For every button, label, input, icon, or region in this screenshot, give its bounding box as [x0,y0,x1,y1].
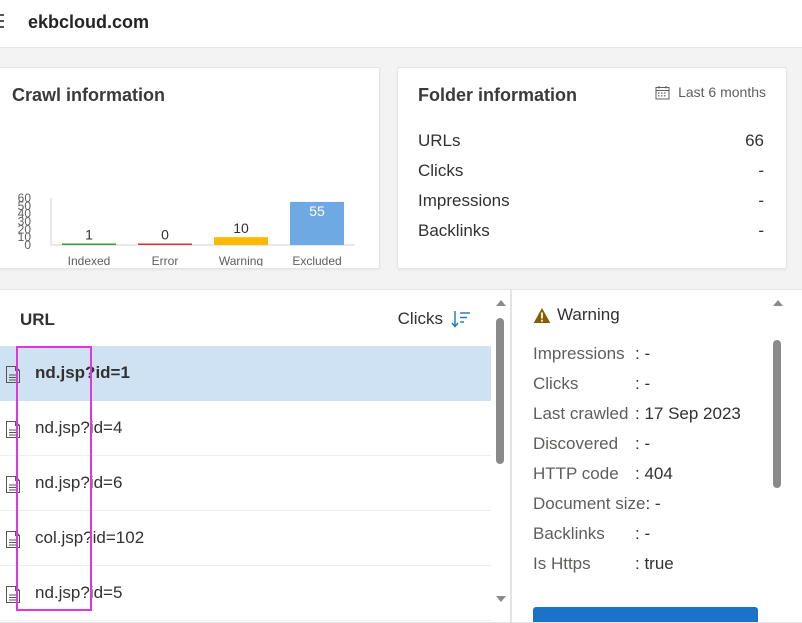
clicks-column-header[interactable]: Clicks [398,309,471,329]
detail-row-last-crawled: Last crawled : 17 Sep 2023 [533,404,741,424]
status-header: Warning [533,305,620,325]
detail-value: : - [635,524,651,543]
data-label: 10 [233,220,249,236]
detail-row-http-code: HTTP code : 404 [533,464,673,484]
scroll-up-arrow-icon[interactable] [496,300,506,306]
folder-row-value: - [758,221,764,240]
clicks-column-label: Clicks [397,309,443,328]
data-label: 1 [85,227,93,243]
detail-value: : true [635,554,674,573]
detail-value: : - [635,374,651,393]
detail-value: : 17 Sep 2023 [635,404,741,423]
folder-row-urls: URLs 66 [418,131,764,151]
x-tick-label: Error [152,254,179,266]
url-column-header[interactable]: URL [20,310,55,330]
detail-row-clicks: Clicks : - [533,374,650,394]
detail-value: : - [635,344,651,363]
details-scrollbar[interactable] [771,290,785,622]
warning-icon [533,307,551,323]
site-name: ekbcloud.com [28,12,150,32]
detail-label: Impressions [533,344,625,363]
data-label: 0 [161,227,169,243]
detail-label: Discovered [533,434,619,453]
detail-label: HTTP code [533,464,619,483]
folder-row-clicks: Clicks - [418,161,764,181]
detail-value: : - [635,434,651,453]
folder-information-card: Folder information Last 6 months URLs 66… [397,67,787,269]
data-label: 55 [309,203,325,219]
status-label: Warning [557,305,620,324]
x-tick-label: Indexed [68,254,111,266]
list-header: URL Clicks [0,290,491,346]
detail-label: Document size [533,494,646,513]
y-tick-label: 60 [18,191,32,205]
detail-label: Last crawled [533,404,629,423]
list-scrollbar[interactable] [494,290,508,622]
scroll-down-arrow-icon[interactable] [496,596,506,602]
folder-row-value: - [758,191,764,210]
menu-icon[interactable] [0,14,4,30]
folder-row-label: Clicks [418,161,464,180]
folder-row-label: Impressions [418,191,510,210]
folder-row-backlinks: Backlinks - [418,221,764,241]
folder-row-label: Backlinks [418,221,490,240]
detail-row-backlinks: Backlinks : - [533,524,650,544]
detail-value: : - [645,494,661,513]
folder-row-value: 66 [745,131,764,150]
details-scrollbar-thumb[interactable] [773,340,781,488]
detail-row-discovered: Discovered : - [533,434,650,454]
sort-descending-icon[interactable] [451,310,471,328]
folder-card-title: Folder information [418,85,577,105]
scroll-up-arrow-icon[interactable] [773,300,783,306]
folder-row-value: - [758,161,764,180]
top-bar: ekbcloud.com [0,0,802,48]
folder-row-impressions: Impressions - [418,191,764,211]
list-scrollbar-thumb[interactable] [496,318,504,464]
crawl-information-card: Crawl information 0 10 20 30 40 50 60 1 Indexed 0… [0,67,380,269]
url-details-panel: Warning Impressions : - Clicks : - Last cr… [511,289,802,623]
detail-value: : 404 [635,464,673,483]
folder-row-label: URLs [418,131,461,150]
chart-bar [138,243,192,245]
chart-bar [214,237,268,245]
detail-row-is-https: Is Https : true [533,554,674,574]
detail-label: Backlinks [533,524,605,543]
date-range-label: Last 6 months [678,84,766,100]
calendar-icon [655,85,670,99]
date-range-selector[interactable]: Last 6 months [655,84,766,100]
chart-bar [62,243,116,245]
x-tick-label: Excluded [292,254,341,266]
detail-label: Clicks [533,374,579,393]
detail-row-document-size: Document size: - [533,494,661,514]
crawl-bar-chart: 01020304050601Indexed0Error10Warning55Ex… [18,191,355,266]
crawl-card-title: Crawl information [12,85,166,105]
detail-label: Is Https [533,554,591,573]
x-tick-label: Warning [219,254,263,266]
highlight-annotation [16,346,92,611]
detail-row-impressions: Impressions : - [533,344,650,364]
